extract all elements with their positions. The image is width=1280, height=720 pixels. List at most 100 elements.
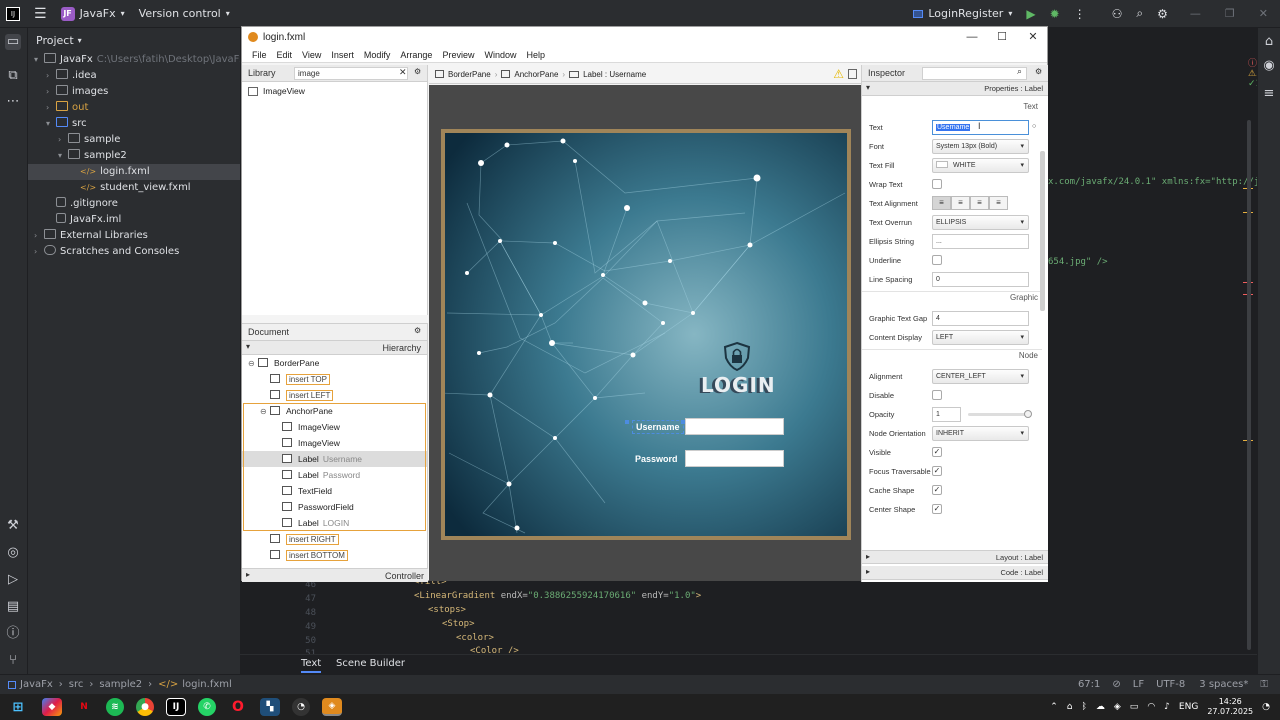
- library-menu-gear-icon[interactable]: ⚙: [414, 67, 421, 76]
- run-config-selector[interactable]: LoginRegister ▾: [913, 7, 1012, 20]
- breadcrumb-anchorpane[interactable]: AnchorPane: [514, 70, 558, 79]
- expanded-arrow-icon[interactable]: ▾: [34, 52, 44, 68]
- property-checkbox[interactable]: ✓: [932, 504, 942, 514]
- windows-start-icon[interactable]: ⊞: [8, 698, 28, 716]
- password-field[interactable]: [685, 450, 784, 467]
- close-icon[interactable]: ✕: [1259, 7, 1268, 20]
- tray-chevron-icon[interactable]: ⌃: [1050, 702, 1058, 712]
- tree-item[interactable]: </> student_view.fxml: [28, 180, 240, 196]
- align-justify-icon[interactable]: ≡: [989, 196, 1008, 210]
- property-checkbox[interactable]: [932, 179, 942, 189]
- more-actions-icon[interactable]: ⋮: [1074, 7, 1086, 21]
- clock[interactable]: 14:26 27.07.2025: [1207, 697, 1253, 717]
- tab-text[interactable]: Text: [301, 658, 322, 673]
- align-left-icon[interactable]: ≡: [932, 196, 951, 210]
- tree-item[interactable]: › out: [28, 100, 240, 116]
- collapsed-arrow-icon[interactable]: ›: [58, 132, 68, 148]
- hierarchy-header[interactable]: ▾ Hierarchy: [242, 341, 427, 355]
- password-label[interactable]: Password: [635, 454, 678, 464]
- property-input[interactable]: 1: [932, 407, 961, 422]
- collapsed-arrow-icon[interactable]: ›: [46, 100, 56, 116]
- tray-cloud-icon[interactable]: ☁: [1096, 702, 1105, 712]
- hierarchy-node[interactable]: ImageView: [242, 435, 427, 451]
- vcs-widget[interactable]: Version control ▾: [139, 7, 230, 20]
- align-right-icon[interactable]: ≡: [970, 196, 989, 210]
- whatsapp-icon[interactable]: ✆: [198, 698, 216, 716]
- tree-item[interactable]: › Scratches and Consoles: [28, 244, 240, 260]
- file-encoding[interactable]: UTF-8: [1156, 679, 1185, 690]
- main-menu-icon[interactable]: ☰: [34, 6, 47, 22]
- tree-item[interactable]: › sample: [28, 132, 240, 148]
- project-tool-icon[interactable]: ▭: [5, 34, 21, 50]
- layout-header[interactable]: ▸ Layout : Label: [862, 550, 1048, 564]
- collapsed-arrow-icon[interactable]: ›: [34, 244, 44, 260]
- library-search-input[interactable]: image: [294, 67, 408, 80]
- property-input[interactable]: 0: [932, 272, 1029, 287]
- property-dropdown[interactable]: CENTER_LEFT: [932, 369, 1029, 384]
- tray-app-icon[interactable]: ◈: [1114, 702, 1121, 712]
- chrome-icon[interactable]: ●: [136, 698, 154, 716]
- add-user-icon[interactable]: ⚇: [1112, 7, 1123, 21]
- settings-gear-icon[interactable]: ⚙: [1157, 7, 1168, 21]
- run-tool-icon[interactable]: ▷: [5, 572, 21, 588]
- property-checkbox[interactable]: ✓: [932, 466, 942, 476]
- intellij-taskbar-icon[interactable]: IJ: [166, 698, 186, 716]
- menu-window[interactable]: Window: [484, 50, 516, 60]
- spotify-icon[interactable]: ≋: [106, 698, 124, 716]
- selection-handle[interactable]: [625, 420, 629, 424]
- property-checkbox[interactable]: ✓: [932, 485, 942, 495]
- tray-bluetooth-icon[interactable]: ᛒ: [1081, 702, 1086, 712]
- breadcrumb-borderpane[interactable]: BorderPane: [448, 70, 491, 79]
- hierarchy-node[interactable]: TextField: [242, 483, 427, 499]
- properties-header[interactable]: ▾ Properties : Label: [862, 82, 1048, 96]
- breadcrumb-file[interactable]: login.fxml: [182, 679, 232, 690]
- more-tools-icon[interactable]: ⋯: [5, 94, 21, 110]
- collapsed-arrow-icon[interactable]: ›: [34, 228, 44, 244]
- close-icon[interactable]: ✕: [1018, 27, 1048, 47]
- property-dropdown[interactable]: INHERIT: [932, 426, 1029, 441]
- tree-item[interactable]: ▾ sample2: [28, 148, 240, 164]
- login-title[interactable]: LOGIN: [701, 373, 776, 397]
- copilot-icon[interactable]: ◆: [42, 698, 62, 716]
- tray-network-icon[interactable]: ⌂: [1067, 702, 1073, 712]
- property-dropdown[interactable]: System 13px (Bold): [932, 139, 1029, 154]
- menu-insert[interactable]: Insert: [331, 50, 354, 60]
- tree-item[interactable]: .gitignore: [28, 196, 240, 212]
- breadcrumb-src[interactable]: src: [69, 679, 84, 690]
- input-language[interactable]: ENG: [1179, 702, 1198, 712]
- property-dropdown[interactable]: ELLIPSIS: [932, 215, 1029, 230]
- hierarchy-node[interactable]: ⊖ AnchorPane: [242, 403, 427, 419]
- username-textfield[interactable]: [685, 418, 784, 435]
- terminal-tool-icon[interactable]: ▤: [5, 599, 21, 615]
- scene-builder-taskbar-icon[interactable]: ◈: [322, 698, 342, 716]
- search-icon[interactable]: ⌕: [1017, 66, 1022, 77]
- property-checkbox[interactable]: ✓: [932, 447, 942, 457]
- document-menu-gear-icon[interactable]: ⚙: [414, 326, 421, 335]
- expanded-arrow-icon[interactable]: ▾: [58, 148, 68, 164]
- menu-file[interactable]: File: [252, 50, 267, 60]
- breadcrumb-label[interactable]: Label : Username: [583, 70, 646, 79]
- breadcrumb-project[interactable]: JavaFx: [20, 679, 53, 690]
- collapse-node-icon[interactable]: ⊖: [260, 404, 270, 420]
- read-only-lock-icon[interactable]: ⊘: [1112, 679, 1120, 690]
- hierarchy-node[interactable]: ImageView: [242, 419, 427, 435]
- git-tool-icon[interactable]: ⑂: [5, 653, 21, 669]
- align-center-icon[interactable]: ≡: [951, 196, 970, 210]
- vscode-like-icon[interactable]: ▚: [260, 698, 280, 716]
- ai-assistant-icon[interactable]: ◉: [1261, 58, 1277, 74]
- property-dropdown[interactable]: LEFT: [932, 330, 1029, 345]
- build-tool-icon[interactable]: ⚒: [5, 518, 21, 534]
- hierarchy-node[interactable]: PasswordField: [242, 499, 427, 515]
- hierarchy-node[interactable]: Label LOGIN: [242, 515, 427, 531]
- collapsed-arrow-icon[interactable]: ›: [46, 68, 56, 84]
- hierarchy-insert-slot[interactable]: insert TOP: [242, 371, 427, 387]
- database-icon[interactable]: ≡: [1261, 86, 1277, 102]
- inspector-search-input[interactable]: [922, 67, 1027, 80]
- hierarchy-insert-slot[interactable]: insert RIGHT: [242, 531, 427, 547]
- tree-item[interactable]: ▾ src: [28, 116, 240, 132]
- property-options-icon[interactable]: ○: [1032, 123, 1036, 130]
- opera-icon[interactable]: O: [228, 698, 248, 716]
- menu-preview[interactable]: Preview: [442, 50, 474, 60]
- notification-bell-icon[interactable]: ◔: [1262, 702, 1270, 712]
- property-input[interactable]: ...: [932, 234, 1029, 249]
